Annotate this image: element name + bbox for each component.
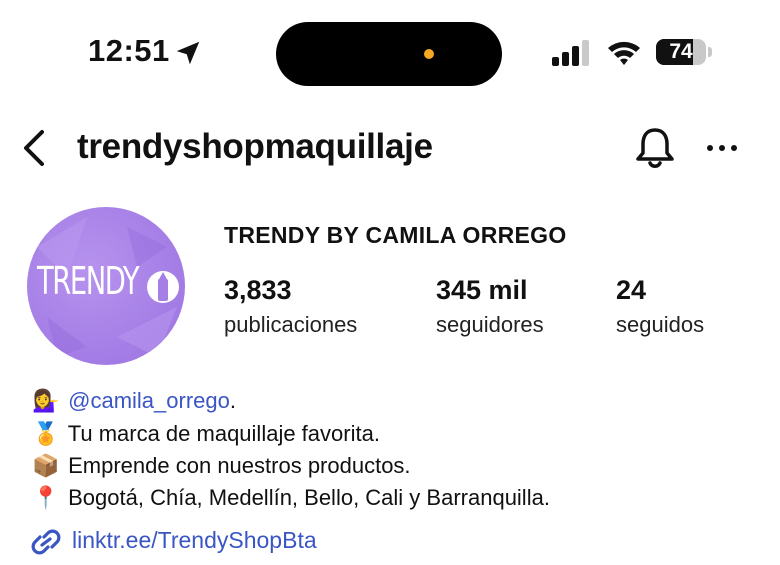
bio-mention-link[interactable]: @camila_orrego [68, 388, 230, 413]
bio-line-mention: 💁‍♀️ @camila_orrego. [30, 388, 236, 414]
bio-line-brand: 🏅 Tu marca de maquillaje favorita. [30, 421, 380, 447]
dynamic-island [276, 22, 502, 86]
profile-full-name: TRENDY BY CAMILA ORREGO [224, 222, 567, 248]
stat-following-value: 24 [616, 275, 647, 305]
bio-external-link[interactable]: linktr.ee/TrendyShopBta [72, 527, 317, 554]
medal-emoji-icon: 🏅 [32, 422, 60, 447]
stat-posts[interactable]: 3,833 publicaciones [224, 275, 357, 338]
bio-mention-suffix: . [229, 388, 236, 413]
stat-followers[interactable]: 345 mil seguidores [436, 275, 544, 338]
stat-following[interactable]: 24 seguidos [616, 275, 704, 338]
package-emoji-icon: 📦 [32, 454, 60, 479]
profile-username: trendyshopmaquillaje [77, 127, 433, 166]
bio-text-brand: Tu marca de maquillaje favorita. [67, 421, 380, 446]
chevron-left-icon[interactable] [20, 128, 50, 168]
battery-cap [708, 47, 712, 57]
battery-percent: 74 [669, 40, 693, 63]
stat-followers-label: seguidores [436, 312, 544, 337]
activity-dot-icon [424, 49, 434, 59]
cellular-signal-icon [552, 40, 589, 66]
lipstick-logo-icon [147, 271, 179, 303]
stat-posts-value: 3,833 [224, 275, 292, 305]
bell-icon[interactable] [634, 126, 676, 170]
bio-text-business: Emprende con nuestros productos. [68, 453, 411, 478]
bio-text-locations: Bogotá, Chía, Medellín, Bello, Cali y Ba… [68, 485, 550, 510]
stat-posts-label: publicaciones [224, 312, 358, 337]
status-time: 12:51 [88, 33, 170, 68]
stat-following-label: seguidos [616, 312, 705, 337]
wifi-icon [608, 41, 640, 65]
woman-tipping-hand-emoji-icon: 💁‍♀️ [32, 389, 60, 414]
bio-line-business: 📦 Emprende con nuestros productos. [30, 453, 411, 479]
pin-emoji-icon: 📍 [32, 486, 60, 511]
avatar-logo-text: TRENDY [37, 259, 140, 303]
link-icon [31, 529, 61, 555]
more-horizontal-icon[interactable] [702, 136, 742, 160]
bio-line-locations: 📍 Bogotá, Chía, Medellín, Bello, Cali y … [30, 485, 550, 511]
stat-followers-value: 345 mil [436, 275, 528, 305]
avatar[interactable]: TRENDY [27, 207, 185, 365]
location-arrow-icon [176, 41, 200, 65]
battery-indicator: 74 [656, 39, 706, 65]
